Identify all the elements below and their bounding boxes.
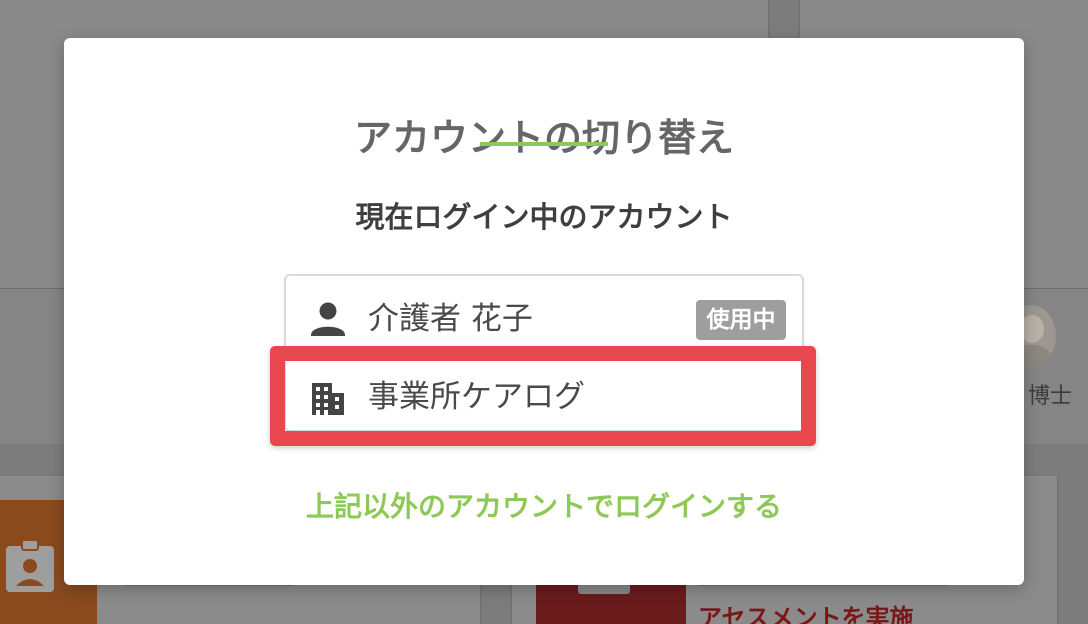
account-switch-modal: アカウントの切り替え 現在ログイン中のアカウント 介護者 花子 使用中 事業所ケ… <box>64 38 1024 585</box>
current-account-heading: 現在ログイン中のアカウント <box>355 200 733 234</box>
background-card-text: アセスメントを実施 <box>698 604 914 624</box>
account-item-office[interactable]: 事業所ケアログ <box>286 358 802 436</box>
modal-title: アカウントの切り替え <box>353 116 734 160</box>
background-user-name: 博士 <box>1028 384 1073 409</box>
person-icon <box>311 302 345 336</box>
account-list: 介護者 花子 使用中 事業所ケアログ <box>284 274 804 432</box>
account-name: 介護者 花子 <box>368 301 533 337</box>
id-badge-icon <box>6 539 54 592</box>
building-icon <box>312 383 344 415</box>
title-underline <box>480 142 608 146</box>
in-use-badge: 使用中 <box>696 300 786 340</box>
account-name: 事業所ケアログ <box>368 379 585 415</box>
account-item-current[interactable]: 介護者 花子 使用中 <box>286 280 802 358</box>
login-other-account-link[interactable]: 上記以外のアカウントでログインする <box>64 488 1024 526</box>
